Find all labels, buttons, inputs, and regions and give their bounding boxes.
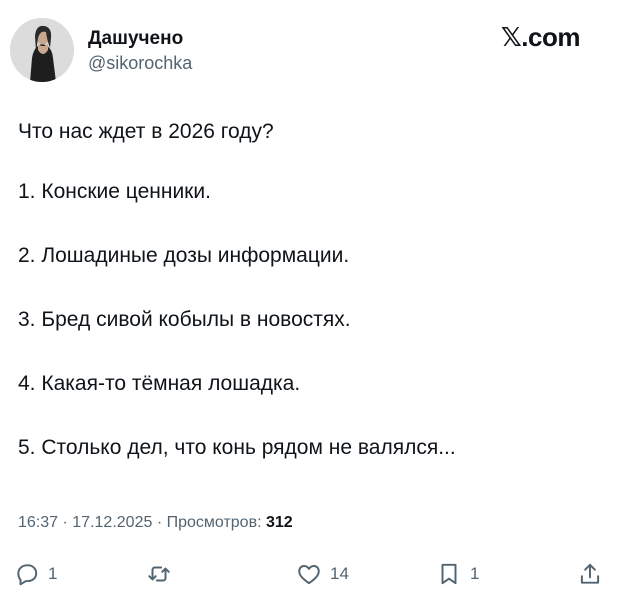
user-handle[interactable]: @sikorochka: [88, 52, 192, 74]
meta-separator: ·: [62, 514, 68, 531]
like-button[interactable]: 14: [296, 557, 349, 591]
tweet-line-question: Что нас ждет в 2026 году?: [18, 120, 274, 143]
meta-separator: ·: [156, 514, 163, 531]
reply-button[interactable]: 1: [14, 557, 57, 591]
tweet-header: Дашучено @sikorochka 𝕏.com: [10, 18, 610, 84]
bookmark-button[interactable]: 1: [436, 557, 479, 591]
reply-icon: [17, 564, 38, 586]
like-count: 14: [330, 564, 349, 583]
avatar[interactable]: [10, 18, 74, 82]
repost-button[interactable]: [146, 557, 172, 591]
tweet-actions: 1 14 1: [0, 557, 620, 591]
tweet-text: Что нас ждет в 2026 году? 1. Конские цен…: [18, 118, 598, 462]
tweet-line-4: 4. Какая-то тёмная лошадка.: [18, 372, 301, 395]
tweet-line-1: 1. Конские ценники.: [18, 180, 211, 203]
tweet-line-5: 5. Столько дел, что конь рядом не валялс…: [18, 436, 456, 459]
bookmark-icon: [441, 563, 457, 585]
tweet-line-2: 2. Лошадиные дозы информации.: [18, 244, 350, 267]
like-icon: [298, 565, 320, 585]
repost-icon: [148, 566, 170, 582]
views-count: 312: [265, 514, 293, 531]
share-icon: [580, 563, 600, 584]
share-button[interactable]: [577, 557, 603, 591]
tweet-meta: 16:37 · 17.12.2025 · Просмотров: 312: [18, 514, 293, 532]
author-names: Дашучено @sikorochka: [88, 28, 192, 74]
bookmark-count: 1: [470, 564, 480, 583]
tweet-time[interactable]: 16:37: [18, 514, 58, 531]
display-name[interactable]: Дашучено: [88, 28, 192, 50]
views-label: Просмотров:: [166, 514, 262, 531]
reply-count: 1: [48, 564, 58, 583]
x-logo: 𝕏.com: [500, 22, 581, 52]
tweet-line-3: 3. Бред сивой кобылы в новостях.: [18, 308, 351, 331]
tweet-date[interactable]: 17.12.2025: [72, 514, 152, 531]
